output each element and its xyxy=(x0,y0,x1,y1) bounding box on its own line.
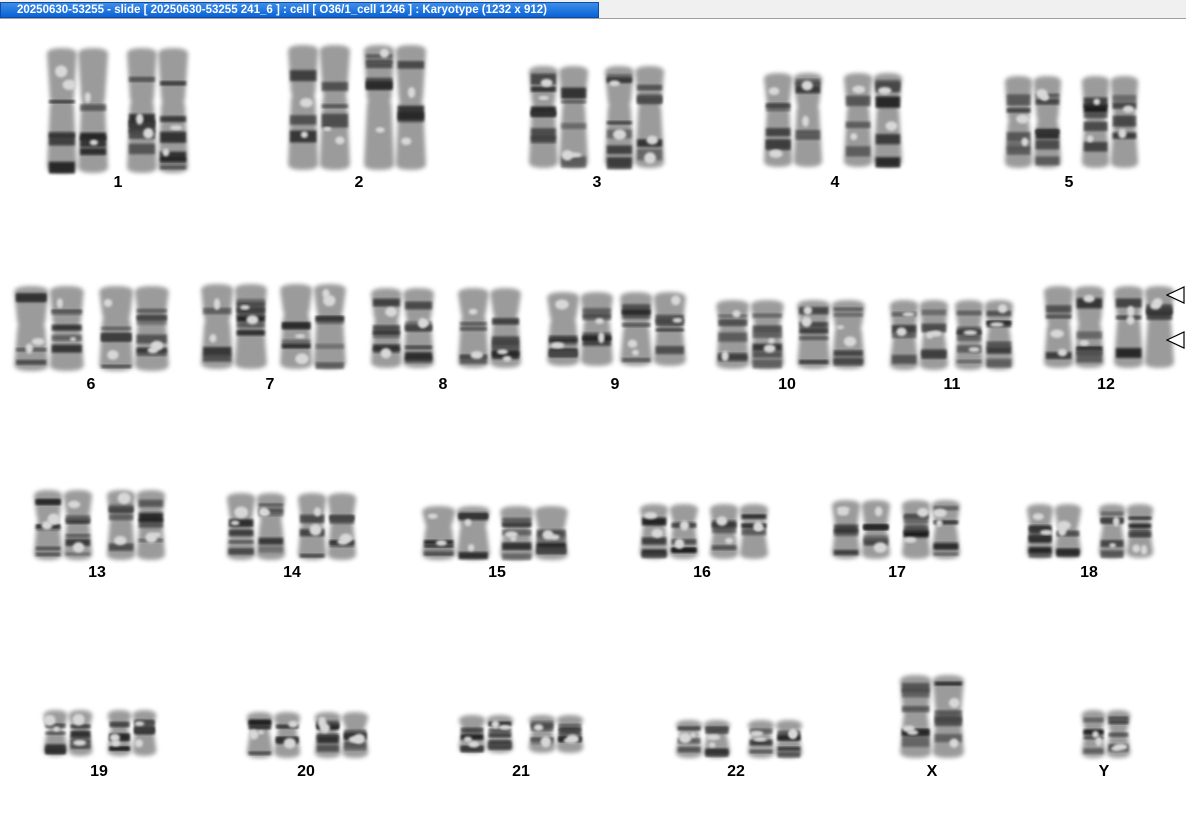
chromosome-image[interactable] xyxy=(246,712,301,758)
chromosome-image[interactable] xyxy=(297,493,357,560)
chromosome-images xyxy=(14,45,1175,758)
chromosome-label-y: Y xyxy=(1098,763,1110,780)
chromosome-label-x: X xyxy=(926,763,938,780)
chromosome-pair-4[interactable] xyxy=(763,73,903,168)
chromosome-pair-8[interactable] xyxy=(371,288,521,368)
chromosome-image[interactable] xyxy=(675,720,731,758)
chromosome-label-19: 19 xyxy=(90,763,108,780)
chromosome-label-3: 3 xyxy=(592,174,602,191)
window-titlebar: 20250630-53255 - slide [ 20250630-53255 … xyxy=(0,0,1186,19)
chromosome-label-15: 15 xyxy=(488,564,506,581)
chromosome-pair-7[interactable] xyxy=(201,284,346,369)
chromosome-image[interactable] xyxy=(371,288,434,368)
chromosome-pair-6[interactable] xyxy=(14,286,169,371)
chromosome-pair-1[interactable] xyxy=(46,48,189,174)
chromosome-image[interactable] xyxy=(14,286,84,371)
chromosome-image[interactable] xyxy=(1026,504,1082,558)
chromosome-image[interactable] xyxy=(458,288,521,368)
chromosome-image[interactable] xyxy=(901,500,961,559)
chromosome-label-16: 16 xyxy=(693,564,711,581)
chromosome-label-21: 21 xyxy=(512,763,530,780)
chromosome-pair-9[interactable] xyxy=(547,292,686,366)
chromosome-pair-10[interactable] xyxy=(716,300,865,369)
chromosome-image[interactable] xyxy=(620,292,686,366)
chromosome-image[interactable] xyxy=(709,504,769,559)
chromosome-image[interactable] xyxy=(43,710,93,756)
chromosome-image[interactable] xyxy=(226,493,286,560)
chromosome-image[interactable] xyxy=(747,720,803,758)
chromosome-pair-x[interactable] xyxy=(900,675,964,758)
chromosome-image[interactable] xyxy=(604,66,665,170)
chromosome-image[interactable] xyxy=(900,675,964,758)
chromosome-pair-5[interactable] xyxy=(1004,76,1139,168)
chromosome-image[interactable] xyxy=(1098,504,1154,558)
chromosome-image[interactable] xyxy=(363,45,427,170)
chromosome-image[interactable] xyxy=(797,300,865,369)
chromosome-label-5: 5 xyxy=(1064,174,1074,191)
chromosome-image[interactable] xyxy=(287,45,351,170)
chromosome-pair-13[interactable] xyxy=(33,490,166,560)
chromosome-image[interactable] xyxy=(280,284,346,369)
arrow-marker-icon[interactable] xyxy=(1166,286,1186,304)
karyotype-canvas: 1 2 3 4 5 6 7 8 9 10 11 12 13 14 15 16 17 18 19 20 21 22 X Y xyxy=(0,20,1186,831)
window-title[interactable]: 20250630-53255 - slide [ 20250630-53255 … xyxy=(0,2,599,18)
chromosome-label-7: 7 xyxy=(265,376,275,393)
chromosome-image[interactable] xyxy=(528,66,589,168)
chromosome-image[interactable] xyxy=(126,48,189,173)
chromosome-image[interactable] xyxy=(547,292,613,366)
chromosome-image[interactable] xyxy=(500,506,568,560)
chromosome-pair-22[interactable] xyxy=(675,720,803,758)
chromosome-pair-17[interactable] xyxy=(831,500,961,559)
chromosome-image[interactable] xyxy=(107,710,157,756)
chromosome-label-13: 13 xyxy=(88,564,106,581)
chromosome-label-20: 20 xyxy=(297,763,315,780)
chromosome-label-10: 10 xyxy=(778,376,796,393)
chromosome-pair-12[interactable] xyxy=(1043,286,1175,368)
chromosome-image[interactable] xyxy=(954,300,1014,370)
chromosome-pair-16[interactable] xyxy=(639,504,769,559)
chromosome-label-4: 4 xyxy=(830,174,840,191)
chromosome-image[interactable] xyxy=(1043,286,1105,368)
chromosome-pair-y[interactable] xyxy=(1081,710,1131,758)
chromosome-pair-21[interactable] xyxy=(458,715,584,753)
chromosome-label-6: 6 xyxy=(86,376,96,393)
chromosome-image[interactable] xyxy=(1081,76,1139,168)
chromosome-label-14: 14 xyxy=(283,564,301,581)
chromosome-image[interactable] xyxy=(458,715,514,753)
chromosome-image[interactable] xyxy=(528,715,584,753)
chromosome-label-8: 8 xyxy=(438,376,448,393)
chromosome-image[interactable] xyxy=(1081,710,1131,758)
chromosome-image[interactable] xyxy=(46,48,109,174)
chromosome-image[interactable] xyxy=(314,712,369,758)
chromosome-image[interactable] xyxy=(1004,76,1062,168)
chromosome-label-22: 22 xyxy=(727,763,745,780)
chromosome-pair-3[interactable] xyxy=(528,66,665,170)
chromosome-label-2: 2 xyxy=(354,174,364,191)
chromosome-image[interactable] xyxy=(33,490,93,560)
chromosome-image[interactable] xyxy=(106,490,166,560)
chromosome-pair-18[interactable] xyxy=(1026,504,1154,558)
chromosome-label-1: 1 xyxy=(113,174,123,191)
chromosome-label-18: 18 xyxy=(1080,564,1098,581)
chromosome-image[interactable] xyxy=(201,284,267,369)
chromosome-label-12: 12 xyxy=(1097,376,1115,393)
chromosome-image[interactable] xyxy=(99,286,169,371)
chromosome-pair-2[interactable] xyxy=(287,45,427,170)
chromosome-label-9: 9 xyxy=(610,376,620,393)
chromosome-image[interactable] xyxy=(422,506,490,560)
chromosome-image[interactable] xyxy=(639,504,699,559)
chromosome-image[interactable] xyxy=(763,73,823,167)
chromosome-pair-11[interactable] xyxy=(889,300,1014,370)
chromosome-pair-19[interactable] xyxy=(43,710,157,756)
chromosome-image[interactable] xyxy=(843,73,903,168)
chromosome-pair-20[interactable] xyxy=(246,712,369,758)
chromosome-pair-14[interactable] xyxy=(226,493,357,560)
arrow-marker-icon[interactable] xyxy=(1166,331,1186,349)
chromosome-image[interactable] xyxy=(889,300,949,370)
chromosome-image[interactable] xyxy=(831,500,891,559)
chromosome-pair-15[interactable] xyxy=(422,506,568,560)
chromosome-label-17: 17 xyxy=(888,564,906,581)
chromosome-label-11: 11 xyxy=(943,376,961,393)
chromosome-image[interactable] xyxy=(716,300,784,369)
